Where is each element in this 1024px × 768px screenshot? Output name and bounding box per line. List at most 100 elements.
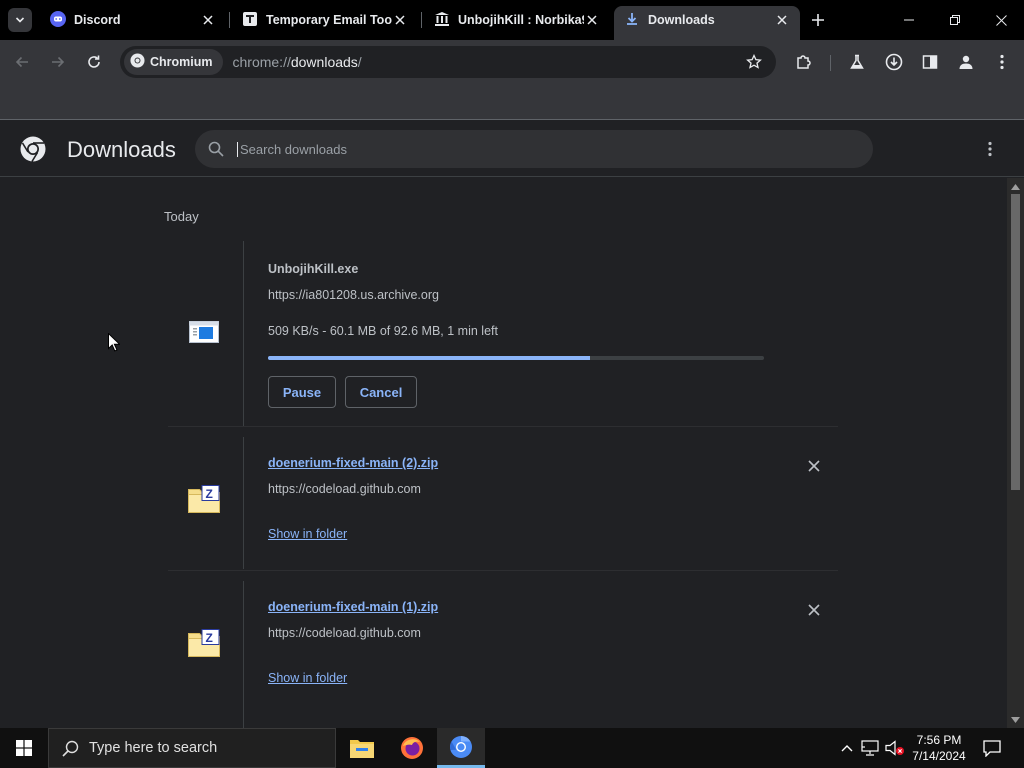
tab-unbojihkill[interactable]: UnbojihKill : Norbika9 bbox=[424, 6, 610, 34]
download-icon bbox=[624, 11, 640, 30]
labs-button[interactable] bbox=[845, 50, 869, 74]
clock-date: 7/14/2024 bbox=[912, 749, 966, 763]
remove-download-button[interactable] bbox=[804, 456, 824, 476]
tab-temporary-email[interactable]: Temporary Email Tool bbox=[232, 6, 418, 34]
network-icon bbox=[861, 740, 879, 756]
close-window-button[interactable] bbox=[978, 0, 1024, 40]
close-icon[interactable] bbox=[774, 12, 790, 28]
reload-button[interactable] bbox=[82, 50, 106, 74]
downloads-button[interactable] bbox=[882, 50, 906, 74]
show-in-folder-link[interactable]: Show in folder bbox=[268, 671, 347, 685]
page-scrollbar[interactable] bbox=[1007, 178, 1024, 728]
url-text[interactable]: chrome://downloads/ bbox=[233, 54, 362, 70]
icon-column bbox=[168, 241, 244, 426]
notification-icon bbox=[983, 739, 1001, 757]
reload-icon bbox=[88, 55, 100, 68]
download-source-url[interactable]: https://codeload.github.com bbox=[268, 626, 421, 640]
browser-toolbar: Chromium chrome://downloads/ bbox=[0, 40, 1024, 84]
cancel-button[interactable]: Cancel bbox=[345, 376, 417, 408]
taskbar-file-explorer[interactable] bbox=[338, 728, 386, 768]
taskbar-search-placeholder: Type here to search bbox=[89, 740, 218, 756]
taskbar-chromium[interactable] bbox=[437, 728, 485, 768]
volume-tray-button[interactable] bbox=[884, 728, 906, 768]
scroll-down-arrow-icon[interactable] bbox=[1011, 715, 1020, 724]
back-button[interactable] bbox=[10, 50, 34, 74]
download-filename: UnbojihKill.exe bbox=[268, 262, 359, 276]
downloads-menu-button[interactable] bbox=[980, 139, 1000, 159]
browser-menu-button[interactable] bbox=[990, 50, 1014, 74]
close-icon[interactable] bbox=[200, 12, 216, 28]
close-icon bbox=[995, 14, 1007, 26]
download-filename-link[interactable]: doenerium-fixed-main (1).zip bbox=[268, 600, 438, 614]
downloads-header: Downloads bbox=[0, 121, 1024, 177]
svg-text:Z: Z bbox=[206, 487, 213, 501]
close-icon[interactable] bbox=[584, 12, 600, 28]
search-downloads-box[interactable] bbox=[195, 130, 873, 168]
clock-time: 7:56 PM bbox=[916, 733, 962, 747]
tab-title: Temporary Email Tool bbox=[266, 13, 392, 27]
search-input[interactable] bbox=[237, 141, 837, 157]
download-progress-fill bbox=[268, 356, 590, 360]
forward-button[interactable] bbox=[46, 50, 70, 74]
close-icon bbox=[808, 604, 820, 616]
windows-logo-icon bbox=[16, 740, 32, 756]
windows-taskbar: Type here to search 7:56 PM 7/14/2024 bbox=[0, 728, 1024, 768]
chromium-icon bbox=[450, 735, 472, 758]
flask-icon bbox=[850, 54, 864, 69]
plus-icon bbox=[812, 14, 824, 26]
download-circle-icon bbox=[885, 53, 903, 71]
arrow-left-icon bbox=[15, 56, 28, 68]
tab-downloads[interactable]: Downloads bbox=[614, 6, 800, 40]
show-in-folder-link[interactable]: Show in folder bbox=[268, 527, 347, 541]
address-bar[interactable]: Chromium chrome://downloads/ bbox=[120, 46, 776, 78]
minimize-button[interactable] bbox=[886, 0, 932, 40]
svg-text:Z: Z bbox=[206, 631, 213, 645]
close-icon[interactable] bbox=[392, 12, 408, 28]
profile-button[interactable] bbox=[954, 50, 978, 74]
show-hidden-icons-button[interactable] bbox=[838, 728, 856, 768]
taskbar-search-box[interactable]: Type here to search bbox=[48, 728, 336, 768]
tab-separator bbox=[229, 12, 230, 28]
firefox-icon bbox=[401, 737, 423, 759]
zip-folder-icon: Z bbox=[188, 629, 220, 662]
network-tray-button[interactable] bbox=[860, 728, 880, 768]
download-item: UnbojihKill.exe https://ia801208.us.arch… bbox=[168, 241, 838, 426]
restore-icon bbox=[950, 15, 960, 25]
close-icon bbox=[808, 460, 820, 472]
restore-button[interactable] bbox=[932, 0, 978, 40]
side-panel-icon bbox=[922, 55, 938, 69]
new-tab-button[interactable] bbox=[808, 10, 828, 30]
more-vert-icon bbox=[1000, 54, 1004, 70]
date-group-heading: Today bbox=[164, 209, 199, 224]
scroll-up-arrow-icon[interactable] bbox=[1011, 182, 1020, 191]
chevron-up-icon bbox=[841, 745, 853, 752]
taskbar-clock[interactable]: 7:56 PM 7/14/2024 bbox=[906, 732, 972, 764]
site-info-chip[interactable]: Chromium bbox=[124, 49, 223, 75]
scrollbar-thumb[interactable] bbox=[1011, 194, 1020, 490]
site-chip-label: Chromium bbox=[150, 55, 213, 69]
toolbar-divider bbox=[830, 55, 831, 71]
tab-search-button[interactable] bbox=[8, 8, 32, 32]
minimize-icon bbox=[904, 19, 914, 21]
bookmark-button[interactable] bbox=[742, 50, 766, 74]
arrow-right-icon bbox=[52, 56, 65, 68]
tab-title: Discord bbox=[74, 13, 121, 27]
taskbar-firefox[interactable] bbox=[388, 728, 436, 768]
download-source-url[interactable]: https://ia801208.us.archive.org bbox=[268, 288, 439, 302]
chevron-down-icon bbox=[15, 17, 25, 23]
item-separator bbox=[168, 570, 838, 571]
url-prefix: chrome:// bbox=[232, 54, 291, 70]
pause-button[interactable]: Pause bbox=[268, 376, 336, 408]
start-button[interactable] bbox=[0, 728, 48, 768]
archive-icon bbox=[434, 11, 450, 30]
download-filename-link[interactable]: doenerium-fixed-main (2).zip bbox=[268, 456, 438, 470]
download-source-url[interactable]: https://codeload.github.com bbox=[268, 482, 421, 496]
notifications-button[interactable] bbox=[978, 728, 1006, 768]
more-vert-icon bbox=[988, 141, 992, 157]
tab-title: UnbojihKill : Norbika9 bbox=[458, 13, 584, 27]
item-separator bbox=[168, 426, 838, 427]
tab-discord[interactable]: Discord bbox=[40, 6, 226, 34]
extensions-button[interactable] bbox=[792, 50, 816, 74]
remove-download-button[interactable] bbox=[804, 600, 824, 620]
side-panel-button[interactable] bbox=[918, 50, 942, 74]
